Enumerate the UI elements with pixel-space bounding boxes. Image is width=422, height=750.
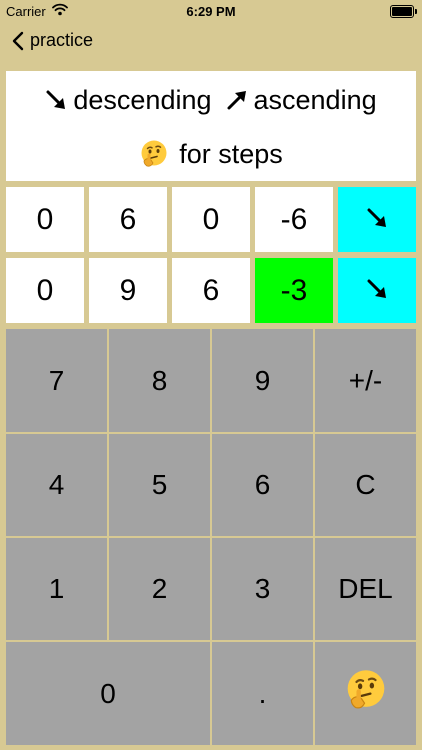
row1-direction-button[interactable] — [338, 187, 416, 252]
back-label: practice — [30, 30, 94, 50]
instructions-panel: descending ascending for steps — [6, 71, 416, 181]
status-bar: Carrier 6:29 PM — [0, 0, 422, 22]
chevron-left-icon — [12, 31, 24, 51]
row2-result: -3 — [255, 258, 333, 323]
thinking-face-icon — [139, 139, 169, 169]
key-3[interactable]: 3 — [212, 538, 313, 640]
key-plus-minus[interactable]: +/- — [315, 329, 416, 432]
key-delete[interactable]: DEL — [315, 538, 416, 640]
key-6[interactable]: 6 — [212, 434, 313, 536]
battery-icon — [390, 5, 417, 18]
row1-result: -6 — [255, 187, 333, 252]
row1-digit3: 0 — [172, 187, 250, 252]
key-2[interactable]: 2 — [109, 538, 210, 640]
steps-label: for steps — [179, 138, 283, 169]
arrow-up-right-icon — [226, 89, 248, 111]
key-5[interactable]: 5 — [109, 434, 210, 536]
hint-button[interactable] — [315, 642, 416, 745]
row1-digit1: 0 — [6, 187, 84, 252]
key-9[interactable]: 9 — [212, 329, 313, 432]
key-8[interactable]: 8 — [109, 329, 210, 432]
row2-digit2: 9 — [89, 258, 167, 323]
arrow-down-right-icon — [366, 203, 388, 237]
keypad: 7 8 9 +/- 4 5 6 C 1 2 3 DEL 0 . — [6, 329, 416, 745]
key-4[interactable]: 4 — [6, 434, 107, 536]
thinking-face-icon — [344, 668, 388, 719]
row2-digit3: 6 — [172, 258, 250, 323]
status-time: 6:29 PM — [186, 4, 236, 19]
row1-digit2: 6 — [89, 187, 167, 252]
key-7[interactable]: 7 — [6, 329, 107, 432]
row2-digit1: 0 — [6, 258, 84, 323]
arrow-down-right-icon — [45, 89, 67, 111]
ascending-label: ascending — [253, 84, 377, 115]
direction-legend: descending ascending — [6, 83, 416, 117]
nav-bar: practice — [0, 24, 422, 64]
steps-hint: for steps — [6, 137, 416, 171]
row2-direction-button[interactable] — [338, 258, 416, 323]
back-button[interactable]: practice — [12, 30, 93, 51]
descending-label: descending — [73, 84, 212, 115]
arrow-down-right-icon — [366, 274, 388, 308]
key-clear[interactable]: C — [315, 434, 416, 536]
key-decimal[interactable]: . — [212, 642, 313, 745]
key-0[interactable]: 0 — [6, 642, 210, 745]
key-1[interactable]: 1 — [6, 538, 107, 640]
